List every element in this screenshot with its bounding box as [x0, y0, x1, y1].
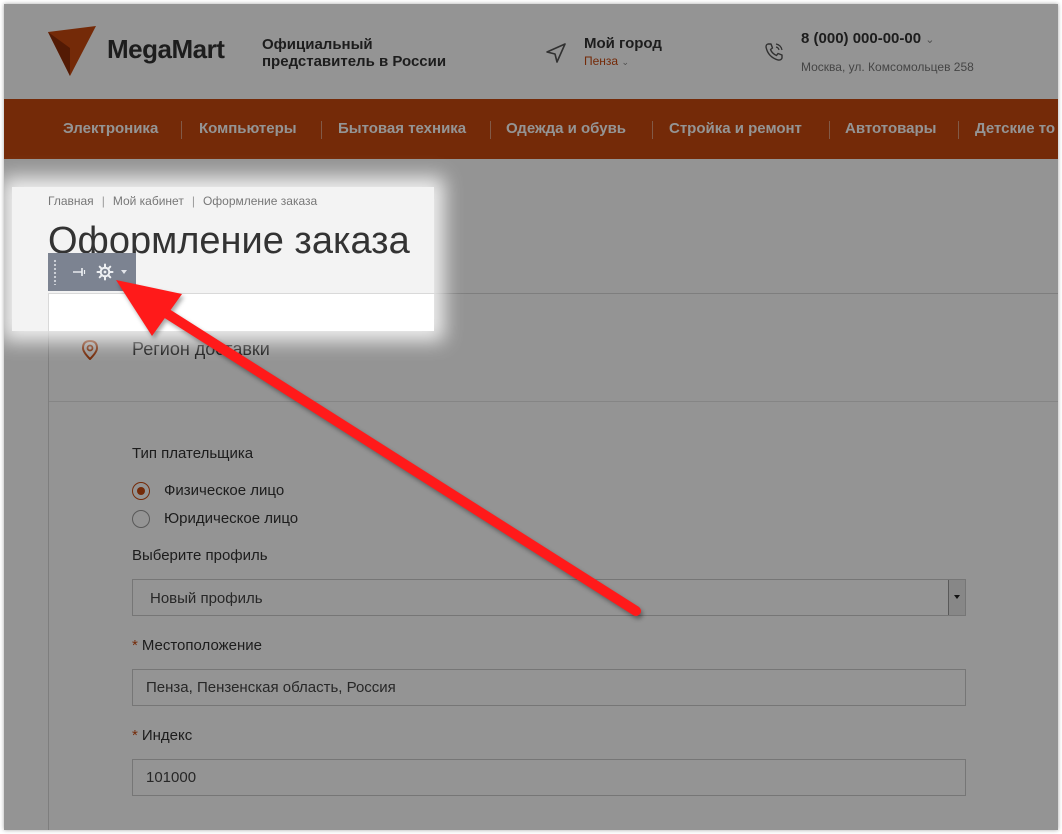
- map-pin-icon: [81, 340, 99, 360]
- radio-legal-entity[interactable]: [132, 510, 150, 528]
- edit-toolbar[interactable]: [48, 253, 136, 291]
- chevron-down-icon: ⌄: [925, 34, 935, 46]
- city-selector[interactable]: Пенза ⌄: [584, 54, 629, 68]
- site-header: MegaMart Официальный представитель в Рос…: [4, 4, 1058, 99]
- radio-legal-entity-label[interactable]: Юридическое лицо: [164, 510, 298, 527]
- location-label-text: Местоположение: [141, 637, 263, 654]
- breadcrumb-divider: |: [191, 194, 195, 208]
- required-mark: *: [132, 727, 138, 744]
- breadcrumb-cabinet[interactable]: Мой кабинет: [113, 194, 184, 208]
- gear-icon[interactable]: [96, 263, 114, 281]
- phone-icon: [765, 43, 783, 61]
- nav-divider: [490, 121, 491, 139]
- nav-item-appliances[interactable]: Бытовая техника: [338, 99, 466, 159]
- nav-divider: [321, 121, 322, 139]
- pin-icon[interactable]: [72, 266, 86, 278]
- breadcrumb-home[interactable]: Главная: [48, 194, 94, 208]
- brand-name[interactable]: MegaMart: [107, 34, 225, 65]
- grip-icon[interactable]: [53, 259, 57, 285]
- radio-individual[interactable]: [132, 482, 150, 500]
- nav-item-computers[interactable]: Компьютеры: [199, 99, 297, 159]
- phone-text: 8 (000) 000-00-00: [801, 30, 922, 47]
- location-field[interactable]: Пенза, Пензенская область, Россия: [132, 669, 966, 706]
- caret-down-icon[interactable]: [121, 270, 127, 274]
- store-address: Москва, ул. Комсомольцев 258: [801, 60, 974, 74]
- nav-divider: [958, 121, 959, 139]
- nav-divider: [829, 121, 830, 139]
- nav-item-kids[interactable]: Детские то: [975, 99, 1055, 159]
- phone-number[interactable]: 8 (000) 000-00-00 ⌄: [801, 30, 934, 47]
- nav-item-clothing[interactable]: Одежда и обувь: [506, 99, 626, 159]
- nav-divider: [181, 121, 182, 139]
- card-corner: [48, 293, 434, 331]
- location-label: * Местоположение: [132, 637, 262, 654]
- nav-item-construction[interactable]: Стройка и ремонт: [669, 99, 802, 159]
- payer-type-label: Тип плательщика: [132, 445, 254, 462]
- nav-divider: [652, 121, 653, 139]
- index-label-text: Индекс: [141, 727, 193, 744]
- index-label: * Индекс: [132, 727, 192, 744]
- profile-select-value: Новый профиль: [150, 590, 263, 607]
- region-title: Регион доставки: [132, 339, 270, 359]
- radio-individual-label[interactable]: Физическое лицо: [164, 482, 284, 499]
- location-arrow-icon: [546, 43, 566, 63]
- nav-item-auto[interactable]: Автотовары: [845, 99, 936, 159]
- browser-frame: MegaMart Официальный представитель в Рос…: [4, 4, 1058, 830]
- dropdown-arrow-icon[interactable]: [948, 580, 965, 615]
- breadcrumb: Главная | Мой кабинет | Оформление заказа: [48, 194, 317, 208]
- breadcrumb-current: Оформление заказа: [202, 194, 318, 208]
- city-title[interactable]: Мой город: [584, 35, 662, 52]
- chevron-down-icon: ⌄: [621, 57, 629, 67]
- brand-tagline: Официальный представитель в России: [262, 36, 447, 70]
- category-nav: Электроника Компьютеры Бытовая техника О…: [4, 99, 1058, 159]
- profile-select[interactable]: Новый профиль: [132, 579, 966, 616]
- megamart-logo-icon[interactable]: [48, 26, 96, 76]
- nav-item-electronics[interactable]: Электроника: [63, 99, 158, 159]
- profile-label: Выберите профиль: [132, 547, 268, 564]
- city-name: Пенза: [584, 54, 619, 68]
- required-mark: *: [132, 637, 138, 654]
- breadcrumb-divider: |: [101, 194, 105, 208]
- index-field[interactable]: 101000: [132, 759, 966, 796]
